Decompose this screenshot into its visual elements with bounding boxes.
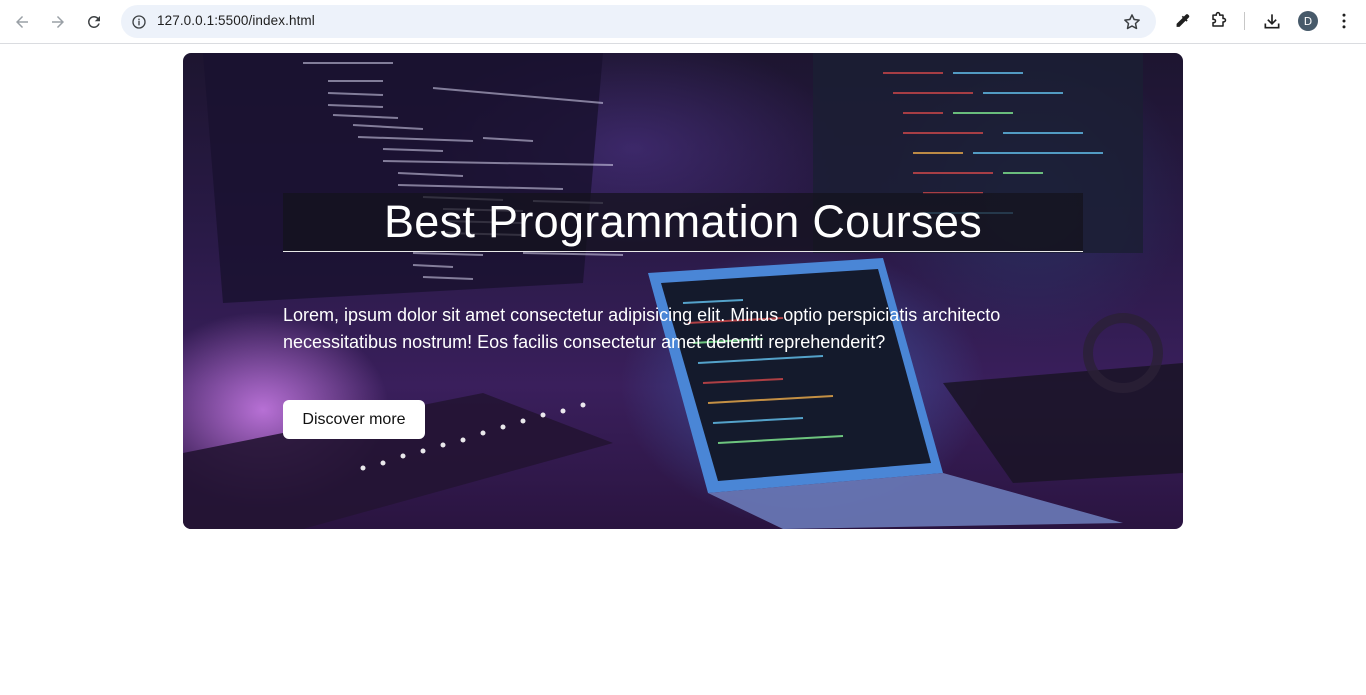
toolbar-separator <box>1244 12 1245 30</box>
arrow-left-icon <box>16 16 28 28</box>
bookmark-button[interactable] <box>1122 12 1142 32</box>
download-icon <box>1264 14 1280 29</box>
extensions-button[interactable] <box>1207 10 1229 32</box>
hero-title-box: Best Programmation Courses <box>283 193 1083 252</box>
hero-description: Lorem, ipsum dolor sit amet consectetur … <box>283 305 1001 352</box>
star-icon <box>1124 14 1140 30</box>
puzzle-icon <box>1212 11 1227 27</box>
hero-background-image <box>183 53 1183 529</box>
browser-menu-button[interactable] <box>1333 10 1355 32</box>
url-text[interactable]: 127.0.0.1:5500/index.html <box>157 13 315 28</box>
arrow-right-icon <box>52 16 64 28</box>
address-bar[interactable]: 127.0.0.1:5500/index.html <box>121 5 1156 38</box>
forward-button[interactable] <box>44 8 72 36</box>
reload-button[interactable] <box>80 8 108 36</box>
eyedropper-icon <box>1176 14 1190 27</box>
kebab-menu-icon <box>1342 13 1346 29</box>
hero-title: Best Programmation Courses <box>383 196 983 247</box>
eyedropper-button[interactable] <box>1171 10 1193 32</box>
profile-avatar[interactable]: D <box>1298 11 1318 31</box>
back-button[interactable] <box>8 8 36 36</box>
info-icon <box>132 15 146 29</box>
discover-more-button[interactable]: Discover more <box>283 400 425 439</box>
site-info-button[interactable] <box>129 12 149 32</box>
hero-banner: Best Programmation Courses Lorem, ipsum … <box>183 53 1183 529</box>
browser-toolbar: 127.0.0.1:5500/index.html D <box>0 0 1366 44</box>
downloads-button[interactable] <box>1261 10 1283 32</box>
reload-icon <box>87 15 100 28</box>
